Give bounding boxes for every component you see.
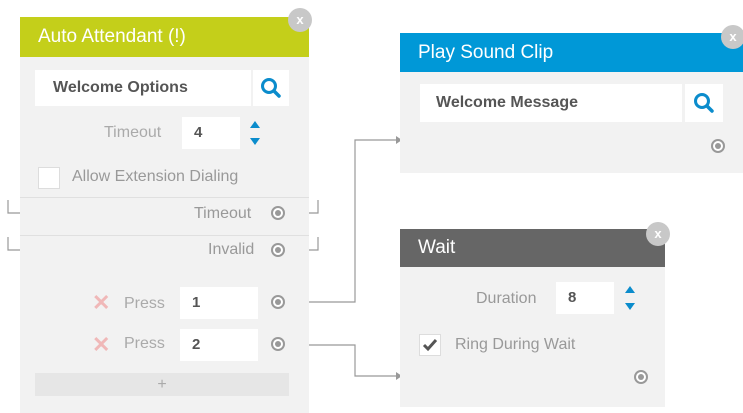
wait-node: Wait Duration 8 Ring During Wait <box>400 229 665 407</box>
output-divider <box>20 235 309 236</box>
check-icon <box>422 339 438 352</box>
search-icon <box>694 93 714 113</box>
welcome-message-field[interactable]: Welcome Message <box>420 84 682 122</box>
press-1-port[interactable] <box>271 295 285 309</box>
timeout-label: Timeout <box>104 124 162 141</box>
ring-during-wait-checkbox[interactable] <box>419 334 441 356</box>
play-sound-clip-header[interactable]: Play Sound Clip <box>400 33 743 72</box>
wait-output-port[interactable] <box>634 370 648 384</box>
ring-during-wait-label: Ring During Wait <box>455 336 576 353</box>
remove-press-2-icon[interactable]: ✕ <box>92 332 110 358</box>
auto-attendant-header[interactable]: Auto Attendant (!) <box>20 17 309 57</box>
auto-attendant-title: Auto Attendant (!) <box>38 26 186 47</box>
allow-extension-checkbox[interactable] <box>38 167 60 189</box>
duration-stepper-icon[interactable] <box>624 285 636 311</box>
welcome-message-search-button[interactable] <box>685 84 723 122</box>
timeout-output-port[interactable] <box>271 206 285 220</box>
auto-attendant-node: Auto Attendant (!) Welcome Options Timeo… <box>20 17 309 413</box>
press-2-label: Press <box>124 335 165 352</box>
wait-title: Wait <box>418 237 456 258</box>
wait-close-icon[interactable]: x <box>646 222 670 246</box>
allow-extension-label: Allow Extension Dialing <box>72 168 239 185</box>
welcome-options-field[interactable]: Welcome Options <box>35 70 251 106</box>
play-sound-clip-output-port[interactable] <box>711 139 725 153</box>
add-press-button[interactable]: + <box>35 373 289 396</box>
play-sound-clip-close-icon[interactable]: x <box>721 25 743 49</box>
timeout-stepper-icon[interactable] <box>249 120 261 146</box>
remove-press-1-icon[interactable]: ✕ <box>92 290 110 316</box>
timeout-output-label: Timeout <box>194 205 252 222</box>
duration-label: Duration <box>476 290 537 307</box>
play-sound-clip-node: Play Sound Clip Welcome Message <box>400 33 743 173</box>
press-1-input[interactable]: 1 <box>180 287 258 319</box>
welcome-options-search-button[interactable] <box>253 70 289 106</box>
press-2-input[interactable]: 2 <box>180 329 258 361</box>
invalid-output-port[interactable] <box>271 243 285 257</box>
wait-header[interactable]: Wait <box>400 229 665 267</box>
press-1-label: Press <box>124 295 165 312</box>
search-icon <box>261 78 281 98</box>
press-2-port[interactable] <box>271 337 285 351</box>
output-divider <box>20 197 309 198</box>
auto-attendant-close-icon[interactable]: x <box>288 8 312 32</box>
invalid-output-label: Invalid <box>208 241 255 258</box>
timeout-value-input[interactable]: 4 <box>182 117 240 149</box>
play-sound-clip-title: Play Sound Clip <box>418 42 554 63</box>
duration-input[interactable]: 8 <box>556 282 614 314</box>
